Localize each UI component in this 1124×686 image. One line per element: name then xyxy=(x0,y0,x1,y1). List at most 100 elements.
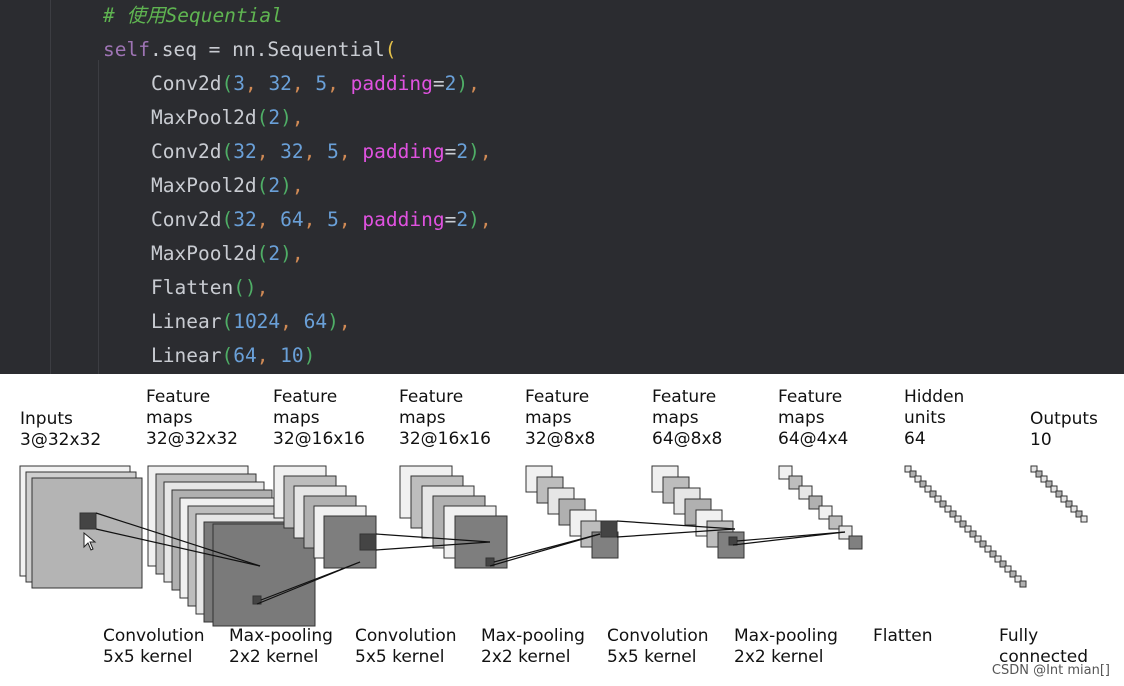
code-token: , xyxy=(280,310,304,333)
code-token: 32 xyxy=(233,208,257,231)
code-token: , xyxy=(479,140,492,163)
code-token: ) xyxy=(468,140,480,163)
code-token: , xyxy=(256,140,281,163)
code-line[interactable]: MaxPool2d(2), xyxy=(103,237,304,271)
code-token: Linear xyxy=(151,310,222,333)
kernel-window xyxy=(359,533,377,551)
code-token: ( xyxy=(221,72,234,95)
code-token: 2 xyxy=(268,174,281,197)
code-token: ( xyxy=(256,174,269,197)
code-token: 2 xyxy=(456,208,469,231)
op-label-max-pooling-2: Max-pooling 2x2 kernel xyxy=(481,626,585,667)
op-label-max-pooling-3: Max-pooling 2x2 kernel xyxy=(734,626,838,667)
code-line[interactable]: MaxPool2d(2), xyxy=(103,169,304,203)
cnn-architecture-diagram: Inputs 3@32x32 Feature maps 32@32x32 Featu… xyxy=(0,374,1124,686)
code-token: ( xyxy=(221,208,234,231)
code-token: MaxPool2d xyxy=(151,174,257,197)
code-line[interactable]: Conv2d(3, 32, 5, padding=2), xyxy=(103,67,480,101)
layer-label-feature-maps-1: Feature maps 32@32x32 xyxy=(146,387,238,449)
code-token: = xyxy=(444,140,457,163)
code-token: ) xyxy=(280,106,292,129)
code-token: , xyxy=(291,242,304,265)
code-token: , xyxy=(468,72,480,95)
code-token: MaxPool2d xyxy=(151,106,257,129)
code-token: , xyxy=(338,140,363,163)
code-line[interactable]: Conv2d(32, 64, 5, padding=2), xyxy=(103,203,492,237)
feature-map xyxy=(212,523,316,627)
code-token: ( xyxy=(384,38,397,61)
code-editor[interactable]: # 使用Sequential self.seq = nn.Sequential(C… xyxy=(0,0,1124,374)
code-token: self xyxy=(103,38,150,61)
code-token: ( xyxy=(221,310,234,333)
code-token: Conv2d xyxy=(151,140,222,163)
code-line[interactable]: self.seq = nn.Sequential( xyxy=(103,33,397,67)
code-token: padding xyxy=(362,140,445,163)
code-token: , xyxy=(479,208,492,231)
layer-label-feature-maps-6: Feature maps 64@4x4 xyxy=(778,387,849,449)
op-label-flatten: Flatten xyxy=(873,626,933,646)
code-line[interactable]: MaxPool2d(2), xyxy=(103,101,304,135)
code-line[interactable]: # 使用Sequential xyxy=(103,0,283,33)
code-token: , xyxy=(338,208,363,231)
code-token: 32 xyxy=(233,140,257,163)
layer-label-hidden-units: Hidden units 64 xyxy=(904,387,965,449)
layer-label-outputs: Outputs 10 xyxy=(1030,409,1098,450)
code-token: , xyxy=(256,208,281,231)
feature-map xyxy=(848,535,863,550)
code-token: 2 xyxy=(456,140,469,163)
code-token: 3 xyxy=(233,72,245,95)
code-token: = xyxy=(432,72,445,95)
code-token: , xyxy=(291,106,304,129)
code-line[interactable]: Linear(64, 10) xyxy=(103,339,315,373)
kernel-window xyxy=(600,520,618,538)
layer-label-feature-maps-5: Feature maps 64@8x8 xyxy=(652,387,723,449)
op-label-fully-connected: Fully connected xyxy=(999,626,1089,667)
layer-label-feature-maps-2: Feature maps 32@16x16 xyxy=(273,387,365,449)
code-line[interactable]: Conv2d(32, 32, 5, padding=2), xyxy=(103,135,492,169)
mouse-cursor-icon xyxy=(83,532,97,551)
code-token: Conv2d xyxy=(151,72,222,95)
code-line[interactable]: Flatten(), xyxy=(103,271,268,305)
code-token: , xyxy=(244,72,269,95)
code-token: = xyxy=(444,208,457,231)
code-token: , xyxy=(256,276,269,299)
code-token: 2 xyxy=(268,106,281,129)
op-label-max-pooling-1: Max-pooling 2x2 kernel xyxy=(229,626,333,667)
code-token: 1024 xyxy=(233,310,281,333)
code-token: 5 xyxy=(327,208,339,231)
code-token: Flatten xyxy=(151,276,234,299)
code-token: 2 xyxy=(444,72,457,95)
code-line[interactable]: Linear(1024, 64), xyxy=(103,305,351,339)
layer-label-inputs: Inputs 3@32x32 xyxy=(20,409,102,450)
layer-label-feature-maps-4: Feature maps 32@8x8 xyxy=(525,387,596,449)
connection-line xyxy=(732,531,846,546)
code-token: padding xyxy=(350,72,433,95)
code-token: ) xyxy=(280,174,292,197)
code-token: ( xyxy=(256,106,269,129)
watermark: CSDN @Int mian[] xyxy=(991,663,1110,678)
code-token: , xyxy=(338,310,351,333)
code-token: 10 xyxy=(280,344,304,367)
op-label-convolution-3: Convolution 5x5 kernel xyxy=(607,626,709,667)
indent-guide xyxy=(98,60,99,374)
kernel-window xyxy=(79,512,97,530)
code-token: MaxPool2d xyxy=(151,242,257,265)
code-token: # 使用Sequential xyxy=(103,4,283,27)
layer-label-feature-maps-3: Feature maps 32@16x16 xyxy=(399,387,491,449)
code-token: , xyxy=(291,174,304,197)
code-token: ( xyxy=(221,140,234,163)
code-token: ) xyxy=(456,72,469,95)
code-token: .seq = nn.Sequential xyxy=(149,38,385,61)
op-label-convolution-2: Convolution 5x5 kernel xyxy=(355,626,457,667)
code-token: ) xyxy=(303,344,316,367)
code-token: , xyxy=(256,344,281,367)
code-token: , xyxy=(291,72,316,95)
op-label-convolution-1: Convolution 5x5 kernel xyxy=(103,626,205,667)
code-token: padding xyxy=(362,208,445,231)
code-token: ) xyxy=(468,208,480,231)
code-token: 5 xyxy=(315,72,328,95)
code-token: Conv2d xyxy=(151,208,222,231)
code-token: Linear xyxy=(151,344,222,367)
code-token: 2 xyxy=(268,242,281,265)
kernel-window xyxy=(728,536,738,546)
